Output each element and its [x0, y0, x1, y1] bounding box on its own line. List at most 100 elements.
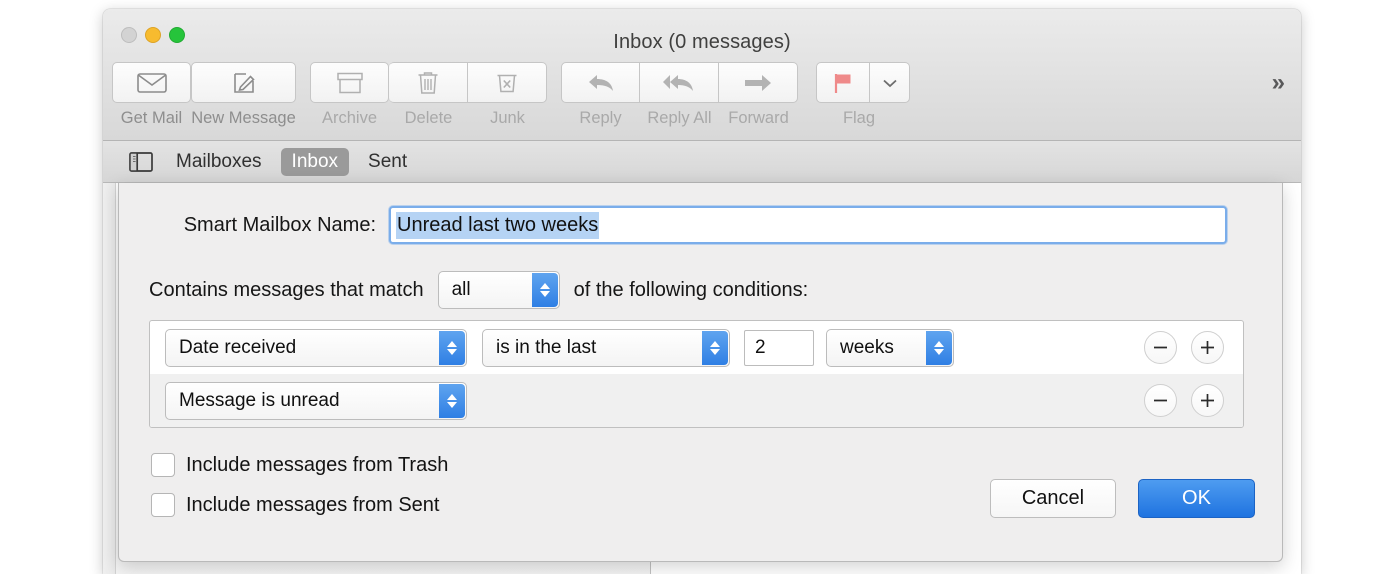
toolbar-label-flag: Flag	[842, 109, 876, 127]
reply-button[interactable]	[561, 62, 640, 103]
include-sent-label: Include messages from Sent	[186, 493, 440, 516]
condition-unit-value-1: weeks	[840, 336, 894, 358]
toolbar-item-new-message[interactable]: New Message	[191, 62, 296, 128]
toolbar-label-reply: Reply	[579, 109, 622, 127]
compose-icon	[233, 72, 255, 93]
add-condition-button-1[interactable]	[1191, 331, 1224, 364]
toolbar-item-reply[interactable]: Reply	[561, 62, 640, 128]
condition-field-stepper-icon-1	[439, 330, 465, 365]
smart-mailbox-name-label: Smart Mailbox Name:	[183, 213, 376, 236]
condition-field-stepper-icon-2	[439, 383, 465, 418]
condition-operator-select-1[interactable]: is in the last	[482, 328, 730, 367]
archive-button[interactable]	[310, 62, 389, 103]
toolbar-item-delete[interactable]: Delete	[389, 62, 468, 128]
toolbar-group-compose: Get Mail New Message	[112, 62, 296, 128]
include-sent-row[interactable]: Include messages from Sent	[151, 493, 439, 517]
remove-condition-button-2[interactable]	[1144, 384, 1177, 417]
condition-operator-value-1: is in the last	[496, 336, 597, 358]
minus-icon	[1154, 399, 1167, 402]
condition-row: Date received is in the last 2 weeks	[150, 321, 1243, 374]
archive-box-icon	[336, 72, 363, 93]
window-titlebar: Inbox (0 messages) Get Mail New Message …	[103, 9, 1301, 141]
match-criteria-row: Contains messages that match all of the …	[149, 271, 808, 309]
flag-dropdown-button[interactable]	[870, 62, 910, 103]
forward-button[interactable]	[719, 62, 798, 103]
match-prefix-label: Contains messages that match	[149, 278, 424, 301]
sidebar-toggle-icon[interactable]	[129, 151, 153, 172]
favorites-bar: Mailboxes Inbox Sent	[103, 141, 1301, 183]
toolbar-item-reply-all[interactable]: Reply All	[640, 62, 719, 128]
ok-button[interactable]: OK	[1138, 479, 1255, 518]
condition-field-value-1: Date received	[179, 336, 297, 358]
delete-button[interactable]	[389, 62, 468, 103]
reply-all-arrow-icon	[663, 74, 693, 91]
envelope-icon	[136, 72, 167, 93]
window-title: Inbox (0 messages)	[613, 31, 791, 53]
condition-buttons-1	[1144, 331, 1224, 364]
condition-field-select-2[interactable]: Message is unread	[165, 381, 467, 420]
toolbar-label-delete: Delete	[404, 109, 453, 127]
mailbox-sidebar	[103, 183, 116, 574]
condition-unit-select-1[interactable]: weeks	[826, 328, 954, 367]
include-sent-checkbox[interactable]	[151, 493, 175, 517]
condition-unit-stepper-icon-1	[926, 330, 952, 365]
match-suffix-label: of the following conditions:	[573, 278, 809, 301]
reply-arrow-icon	[588, 74, 613, 91]
toolbar-item-forward[interactable]: Forward	[719, 62, 798, 128]
condition-buttons-2	[1144, 384, 1224, 417]
dialog-action-buttons: Cancel OK	[990, 479, 1255, 518]
toolbar-label-get-mail: Get Mail	[120, 109, 183, 127]
smart-mailbox-dialog: Smart Mailbox Name: Unread last two week…	[118, 183, 1283, 562]
toolbar: Get Mail New Message Archive Delete Junk…	[103, 62, 1301, 140]
toolbar-overflow-button[interactable]: »	[1272, 71, 1285, 95]
condition-row: Message is unread	[150, 374, 1243, 427]
reply-all-button[interactable]	[640, 62, 719, 103]
condition-field-select-1[interactable]: Date received	[165, 328, 467, 367]
toolbar-item-junk[interactable]: Junk	[468, 62, 547, 128]
match-type-value: all	[451, 279, 471, 300]
include-trash-checkbox[interactable]	[151, 453, 175, 477]
smart-mailbox-name-value: Unread last two weeks	[396, 211, 600, 239]
plus-icon	[1201, 341, 1214, 354]
smart-mailbox-name-row: Smart Mailbox Name: Unread last two week…	[119, 206, 1282, 244]
cancel-button[interactable]: Cancel	[990, 479, 1116, 518]
chevron-down-icon	[882, 79, 897, 87]
remove-condition-button-1[interactable]	[1144, 331, 1177, 364]
toolbar-item-get-mail[interactable]: Get Mail	[112, 62, 191, 128]
add-condition-button-2[interactable]	[1191, 384, 1224, 417]
flag-group	[816, 62, 910, 103]
toolbar-label-archive: Archive	[321, 109, 378, 127]
forward-arrow-icon	[745, 74, 771, 91]
minus-icon	[1154, 346, 1167, 349]
match-type-select[interactable]: all	[437, 271, 560, 309]
toolbar-label-reply-all: Reply All	[647, 109, 712, 127]
toolbar-label-junk: Junk	[490, 109, 525, 127]
junk-trash-x-icon	[497, 74, 517, 92]
condition-field-value-2: Message is unread	[179, 389, 340, 411]
toolbar-group-respond: Reply Reply All Forward	[561, 62, 798, 128]
match-type-stepper-icon	[531, 273, 558, 307]
toolbar-group-manage: Archive Delete Junk	[310, 62, 547, 128]
new-message-button[interactable]	[191, 62, 296, 103]
toolbar-label-new-message: New Message	[191, 109, 296, 127]
flag-icon	[834, 73, 851, 93]
tab-sent[interactable]: Sent	[357, 148, 418, 176]
junk-button[interactable]	[468, 62, 547, 103]
trash-icon	[418, 71, 438, 94]
toolbar-label-forward: Forward	[728, 109, 789, 127]
tab-mailboxes[interactable]: Mailboxes	[165, 148, 273, 176]
mail-window: Inbox (0 messages) Get Mail New Message …	[103, 9, 1301, 574]
mail-content-area: Smart Mailbox Name: Unread last two week…	[103, 183, 1301, 574]
include-trash-label: Include messages from Trash	[186, 453, 449, 476]
plus-icon	[1201, 394, 1214, 407]
smart-mailbox-name-input[interactable]: Unread last two weeks	[389, 206, 1227, 244]
include-trash-row[interactable]: Include messages from Trash	[151, 453, 448, 477]
condition-number-input-1[interactable]: 2	[744, 329, 814, 366]
condition-operator-stepper-icon-1	[702, 330, 728, 365]
tab-inbox[interactable]: Inbox	[280, 147, 350, 176]
flag-button[interactable]	[816, 62, 870, 103]
toolbar-item-archive[interactable]: Archive	[310, 62, 389, 128]
conditions-list: Date received is in the last 2 weeks Mes…	[149, 320, 1244, 428]
toolbar-item-flag[interactable]: Flag	[812, 62, 910, 128]
get-mail-button[interactable]	[112, 62, 191, 103]
